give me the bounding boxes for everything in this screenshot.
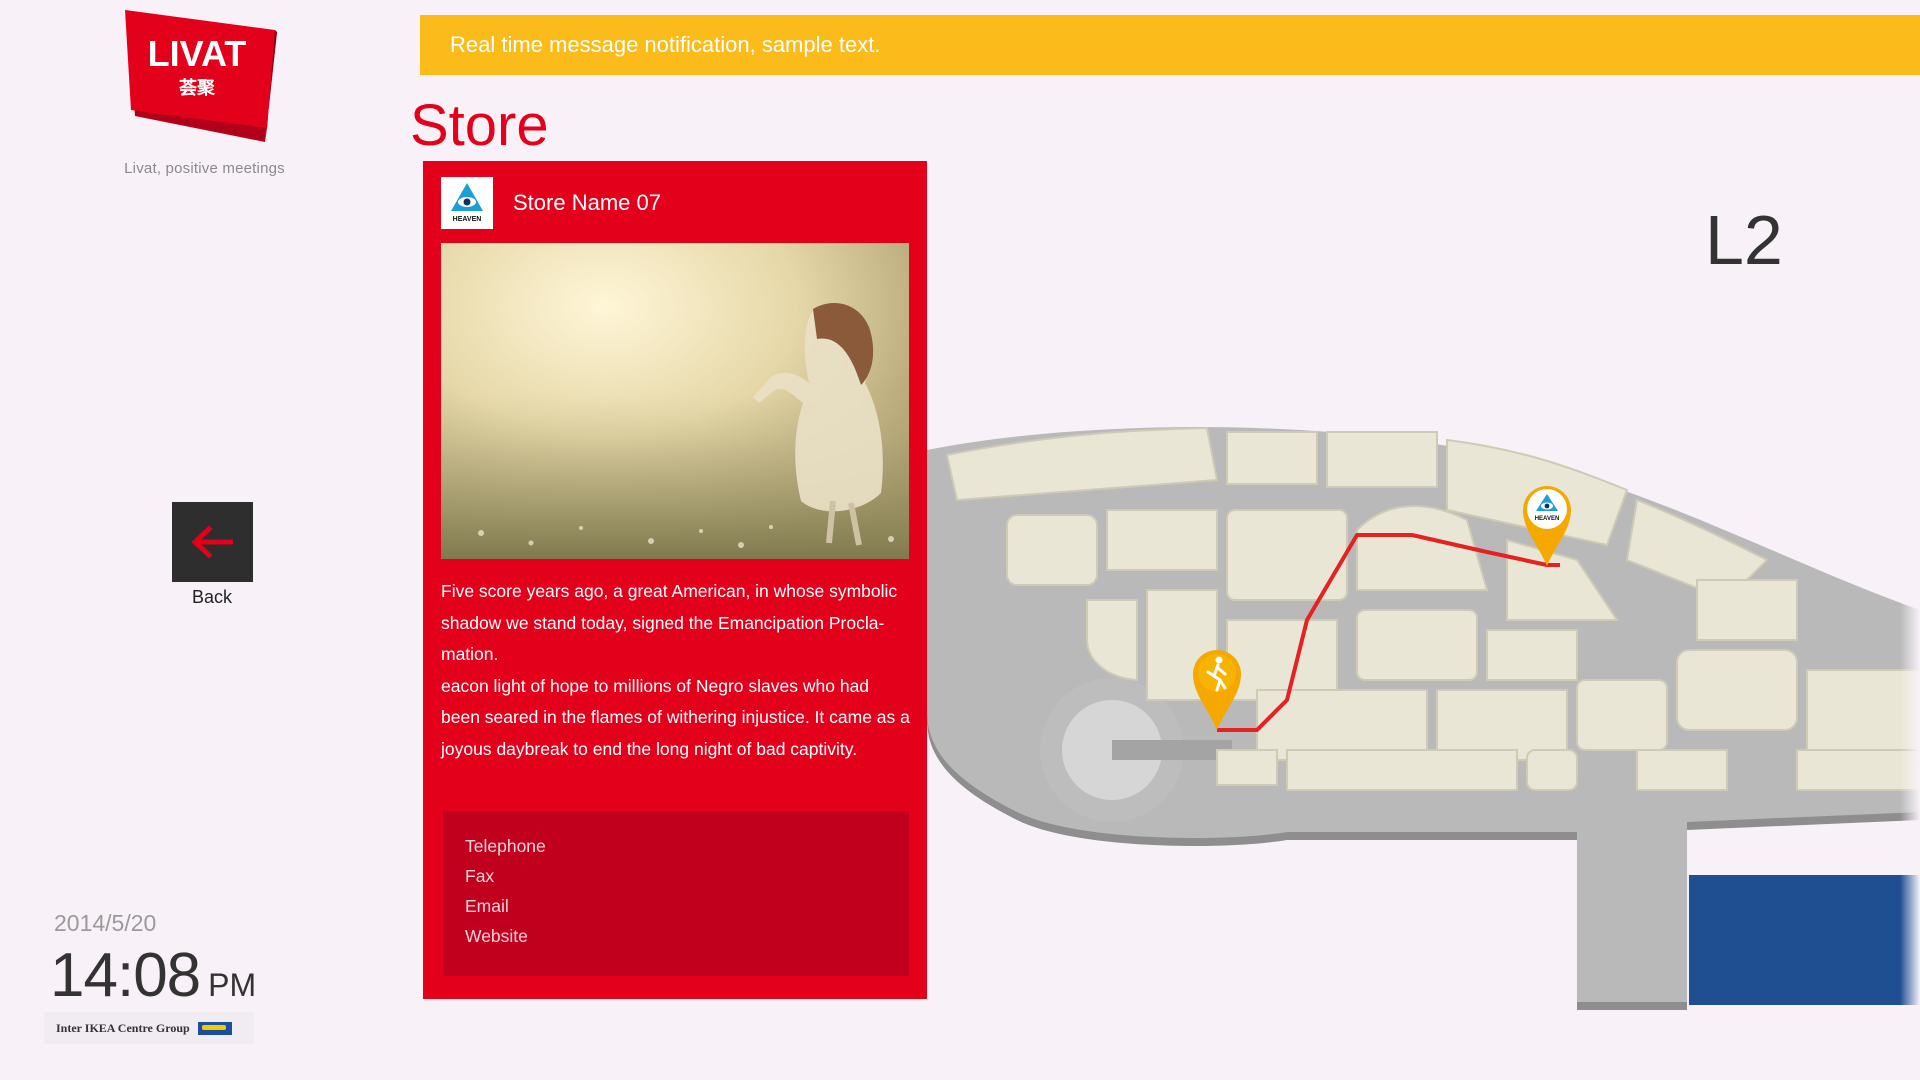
back-button[interactable] [172,502,253,582]
store-card: HEAVEN Store Name 07 Five score years ag… [423,161,927,999]
pin-logo-text: HEAVEN [1535,516,1560,522]
arrow-left-icon [190,526,233,558]
time-value: 14:08 [50,941,201,1010]
description-paragraph: Five score years ago, a great American, … [441,581,898,664]
footer-company: Inter IKEA Centre Group [56,1020,190,1035]
logo-subtext: 荟聚 [178,77,216,99]
footer-brand: Inter IKEA Centre Group [44,1012,254,1044]
store-logo: HEAVEN [441,177,493,229]
store-description: Five score years ago, a great American, … [441,576,911,765]
contact-email[interactable]: Email [465,891,887,921]
page-title: Store [410,93,549,158]
back-label[interactable]: Back [162,587,262,608]
date-display: 2014/5/20 [54,910,157,936]
store-photo [441,243,909,559]
notification-text: Real time message notification, sample t… [450,32,881,57]
store-name: Store Name 07 [513,190,661,215]
ikea-logo-icon [197,1021,232,1035]
livat-logo: LIVAT 荟聚 [125,10,277,142]
time-ampm: PM [208,967,257,1003]
store-header: HEAVEN Store Name 07 [441,177,661,229]
floor-level: L2 [1705,201,1783,279]
contact-panel: Telephone Fax Email Website [443,811,909,976]
logo-text: LIVAT [148,33,247,74]
description-paragraph: eacon light of hope to millions of Negro… [441,675,910,759]
contact-website[interactable]: Website [465,921,887,951]
store-logo-text: HEAVEN [453,216,482,223]
contact-fax[interactable]: Fax [465,861,887,891]
floor-map[interactable]: HEAVEN [927,420,1920,1020]
contact-telephone[interactable]: Telephone [465,831,887,861]
time-display: 14:08 PM [50,940,256,1011]
heaven-eye-icon: HEAVEN [449,183,485,223]
tagline: Livat, positive meetings [124,160,285,177]
notification-bar: Real time message notification, sample t… [420,15,1920,75]
